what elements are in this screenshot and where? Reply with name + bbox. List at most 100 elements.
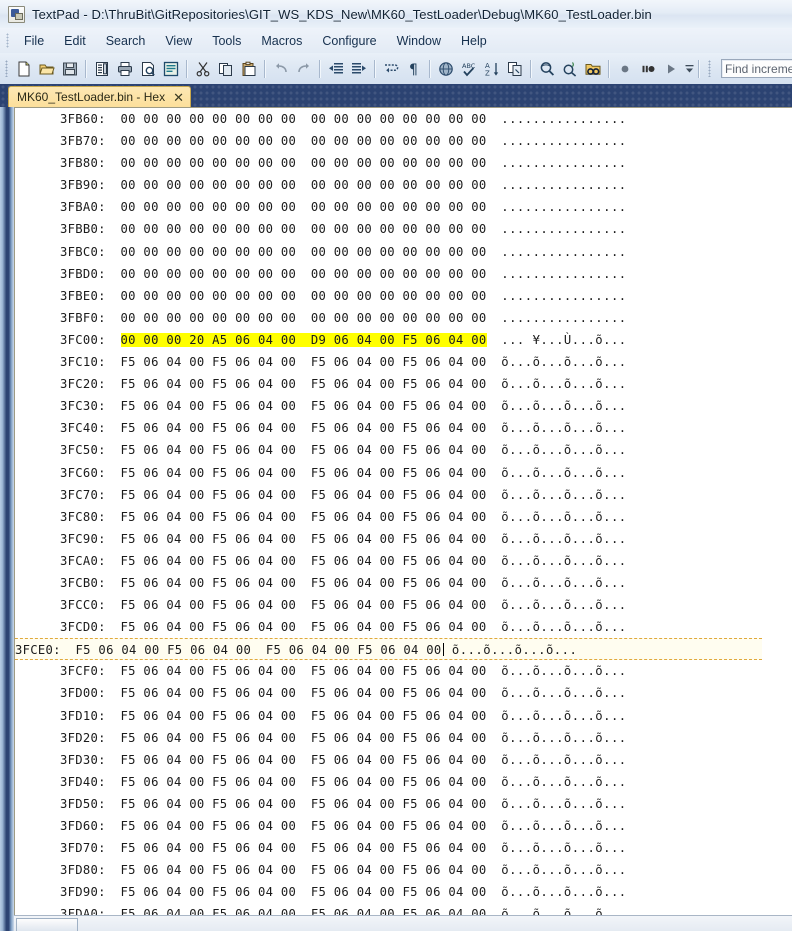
increase-indent-icon[interactable] <box>348 58 369 79</box>
window-title: TextPad - D:\ThruBit\GitRepositories\GIT… <box>32 6 652 22</box>
hex-row-group-1: F5 06 04 00 F5 06 04 00 <box>120 620 297 635</box>
hex-row[interactable]: 3FBE0: 00 00 00 00 00 00 00 00 00 00 00 … <box>15 285 792 307</box>
hex-row[interactable]: 3FC40: F5 06 04 00 F5 06 04 00 F5 06 04 … <box>15 417 792 439</box>
toolbar-overflow-button[interactable] <box>684 58 694 79</box>
document-properties-icon[interactable] <box>160 58 181 79</box>
hex-row[interactable]: 3FBC0: 00 00 00 00 00 00 00 00 00 00 00 … <box>15 241 792 263</box>
show-paragraphs-icon[interactable]: ¶ <box>403 58 424 79</box>
menu-grip-handle[interactable] <box>6 33 9 48</box>
hex-row[interactable]: 3FC00: 00 00 00 20 A5 06 04 00 D9 06 04 … <box>15 329 792 351</box>
menu-item-file[interactable]: File <box>14 31 54 51</box>
toolbar-separator <box>530 59 531 78</box>
hex-row[interactable]: 3FCE0: F5 06 04 00 F5 06 04 00 F5 06 04 … <box>15 638 762 661</box>
hex-row[interactable]: 3FB60: 00 00 00 00 00 00 00 00 00 00 00 … <box>15 108 792 130</box>
save-all-icon[interactable] <box>91 58 112 79</box>
hex-row-address: 3FD10: <box>60 708 106 723</box>
hex-row[interactable]: 3FBD0: 00 00 00 00 00 00 00 00 00 00 00 … <box>15 263 792 285</box>
horizontal-scrollbar-thumb[interactable] <box>16 918 78 931</box>
hex-row[interactable]: 3FD90: F5 06 04 00 F5 06 04 00 F5 06 04 … <box>15 881 792 903</box>
hex-row[interactable]: 3FDA0: F5 06 04 00 F5 06 04 00 F5 06 04 … <box>15 903 792 915</box>
tab-label: MK60_TestLoader.bin - Hex <box>17 90 166 104</box>
hex-row[interactable]: 3FBA0: 00 00 00 00 00 00 00 00 00 00 00 … <box>15 196 792 218</box>
hex-row[interactable]: 3FC60: F5 06 04 00 F5 06 04 00 F5 06 04 … <box>15 462 792 484</box>
menu-item-view[interactable]: View <box>155 31 202 51</box>
hex-row[interactable]: 3FC70: F5 06 04 00 F5 06 04 00 F5 06 04 … <box>15 484 792 506</box>
hex-row[interactable]: 3FD60: F5 06 04 00 F5 06 04 00 F5 06 04 … <box>15 815 792 837</box>
hex-row-group-1: F5 06 04 00 F5 06 04 00 <box>120 819 297 833</box>
sort-icon[interactable]: A Z <box>481 58 502 79</box>
hex-row[interactable]: 3FCD0: F5 06 04 00 F5 06 04 00 F5 06 04 … <box>15 616 792 638</box>
menu-item-macros[interactable]: Macros <box>251 31 312 51</box>
hex-row-ascii: õ...õ...õ...õ... <box>501 355 627 370</box>
hex-row-ascii: ................ <box>501 266 627 281</box>
hex-row[interactable]: 3FC80: F5 06 04 00 F5 06 04 00 F5 06 04 … <box>15 506 792 528</box>
hex-row[interactable]: 3FB70: 00 00 00 00 00 00 00 00 00 00 00 … <box>15 130 792 152</box>
hex-row[interactable]: 3FCB0: F5 06 04 00 F5 06 04 00 F5 06 04 … <box>15 572 792 594</box>
hex-row-group-2: F5 06 04 00 F5 06 04 00 <box>310 443 487 458</box>
horizontal-scrollbar[interactable] <box>14 915 792 931</box>
hex-row[interactable]: 3FBF0: 00 00 00 00 00 00 00 00 00 00 00 … <box>15 307 792 329</box>
record-macro-icon[interactable] <box>614 58 635 79</box>
menu-item-help[interactable]: Help <box>451 31 497 51</box>
hex-row-group-2: 00 00 00 00 00 00 00 00 <box>310 288 487 303</box>
find-icon[interactable] <box>536 58 557 79</box>
hex-row-ascii: õ...õ...õ...õ... <box>501 509 627 524</box>
compare-files-icon[interactable] <box>504 58 525 79</box>
print-preview-icon[interactable] <box>137 58 158 79</box>
paste-icon[interactable] <box>238 58 259 79</box>
hex-row[interactable]: 3FD00: F5 06 04 00 F5 06 04 00 F5 06 04 … <box>15 682 792 704</box>
hex-row[interactable]: 3FBB0: 00 00 00 00 00 00 00 00 00 00 00 … <box>15 218 792 240</box>
hex-row[interactable]: 3FD10: F5 06 04 00 F5 06 04 00 F5 06 04 … <box>15 705 792 727</box>
find-next-icon[interactable] <box>559 58 580 79</box>
menu-item-tools[interactable]: Tools <box>202 31 251 51</box>
find-incremental-input[interactable]: Find incrementally <box>721 59 792 78</box>
redo-icon[interactable] <box>293 58 314 79</box>
hex-row[interactable]: 3FC10: F5 06 04 00 F5 06 04 00 F5 06 04 … <box>15 351 792 373</box>
hex-row[interactable]: 3FCF0: F5 06 04 00 F5 06 04 00 F5 06 04 … <box>15 660 792 682</box>
copy-icon[interactable] <box>215 58 236 79</box>
hex-row[interactable]: 3FCA0: F5 06 04 00 F5 06 04 00 F5 06 04 … <box>15 550 792 572</box>
hex-row[interactable]: 3FC50: F5 06 04 00 F5 06 04 00 F5 06 04 … <box>15 439 792 461</box>
play-macro-icon[interactable] <box>660 58 681 79</box>
hex-row-ascii: ................ <box>501 244 627 259</box>
hex-row-ascii: ................ <box>501 288 627 303</box>
menu-item-window[interactable]: Window <box>387 31 451 51</box>
cut-icon[interactable] <box>192 58 213 79</box>
new-file-icon[interactable] <box>13 58 34 79</box>
menu-item-configure[interactable]: Configure <box>312 31 386 51</box>
pause-macro-icon[interactable] <box>637 58 658 79</box>
hex-row[interactable]: 3FC90: F5 06 04 00 F5 06 04 00 F5 06 04 … <box>15 528 792 550</box>
decrease-indent-icon[interactable] <box>325 58 346 79</box>
web-browse-icon[interactable] <box>435 58 456 79</box>
hex-row[interactable]: 3FD30: F5 06 04 00 F5 06 04 00 F5 06 04 … <box>15 749 792 771</box>
find-toolbar-grip-handle[interactable] <box>708 60 711 77</box>
hex-row-ascii: õ...õ...õ...õ... <box>501 752 627 767</box>
hex-row[interactable]: 3FD40: F5 06 04 00 F5 06 04 00 F5 06 04 … <box>15 771 792 793</box>
hex-row[interactable]: 3FD80: F5 06 04 00 F5 06 04 00 F5 06 04 … <box>15 859 792 881</box>
hex-row[interactable]: 3FCC0: F5 06 04 00 F5 06 04 00 F5 06 04 … <box>15 594 792 616</box>
save-file-icon[interactable] <box>59 58 80 79</box>
hex-row-group-2: F5 06 04 00 F5 06 04 00 <box>310 752 487 767</box>
menu-item-search[interactable]: Search <box>96 31 156 51</box>
spell-check-icon[interactable]: ABC <box>458 58 479 79</box>
hex-row[interactable]: 3FD50: F5 06 04 00 F5 06 04 00 F5 06 04 … <box>15 793 792 815</box>
menu-item-edit[interactable]: Edit <box>54 31 96 51</box>
hex-row[interactable]: 3FC20: F5 06 04 00 F5 06 04 00 F5 06 04 … <box>15 373 792 395</box>
hex-row-address: 3FD40: <box>60 774 106 789</box>
open-file-icon[interactable] <box>36 58 57 79</box>
undo-icon[interactable] <box>270 58 291 79</box>
close-icon[interactable]: ✕ <box>173 91 184 104</box>
hex-row-ascii: õ...õ...õ...õ... <box>501 443 627 458</box>
hex-editor-pane[interactable]: 3FB60: 00 00 00 00 00 00 00 00 00 00 00 … <box>14 107 792 915</box>
hex-row[interactable]: 3FD20: F5 06 04 00 F5 06 04 00 F5 06 04 … <box>15 727 792 749</box>
hex-row[interactable]: 3FD70: F5 06 04 00 F5 06 04 00 F5 06 04 … <box>15 837 792 859</box>
tab-mk60-testloader-bin-hex[interactable]: MK60_TestLoader.bin - Hex ✕ <box>8 86 191 107</box>
word-wrap-icon[interactable] <box>380 58 401 79</box>
find-in-files-icon[interactable] <box>582 58 603 79</box>
hex-row[interactable]: 3FC30: F5 06 04 00 F5 06 04 00 F5 06 04 … <box>15 395 792 417</box>
print-icon[interactable] <box>114 58 135 79</box>
hex-row[interactable]: 3FB90: 00 00 00 00 00 00 00 00 00 00 00 … <box>15 174 792 196</box>
hex-row-address: 3FB70: <box>60 134 106 149</box>
toolbar-grip-handle[interactable] <box>5 60 8 77</box>
hex-row[interactable]: 3FB80: 00 00 00 00 00 00 00 00 00 00 00 … <box>15 152 792 174</box>
